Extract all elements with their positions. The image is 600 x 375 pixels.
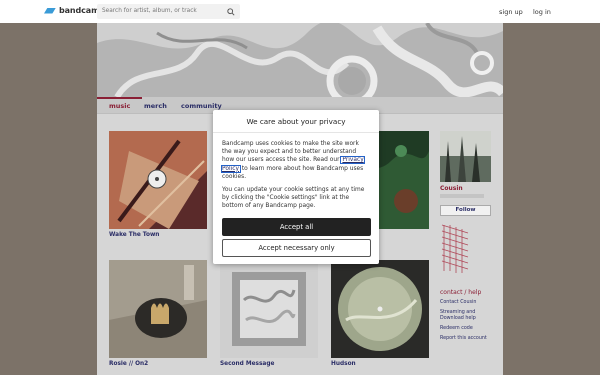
accept-necessary-button[interactable]: Accept necessary only — [222, 239, 371, 257]
cookie-description-text: Bandcamp uses cookies to make the site w… — [222, 141, 359, 164]
cookie-description-text-end: to learn more about how Bandcamp uses co… — [222, 165, 364, 180]
cookie-description: Bandcamp uses cookies to make the site w… — [213, 140, 379, 181]
modal-overlay: We care about your privacy Bandcamp uses… — [0, 0, 600, 375]
cookie-settings-note: You can update your cookie settings at a… — [222, 187, 365, 210]
accept-all-button[interactable]: Accept all — [222, 218, 371, 236]
cookie-consent-dialog: We care about your privacy Bandcamp uses… — [213, 110, 379, 264]
dialog-title: We care about your privacy — [213, 117, 379, 133]
